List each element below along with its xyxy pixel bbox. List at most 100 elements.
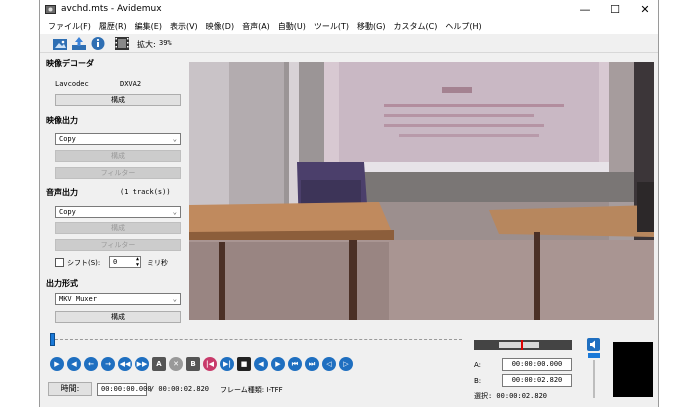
selection-a-field[interactable]: 00:00:00.000 bbox=[502, 358, 572, 371]
avidemux-app-icon bbox=[45, 5, 56, 14]
app-window: avchd.mts - Avidemux — ☐ ✕ ファイル(F) 履歴(R)… bbox=[39, 0, 659, 407]
codec-label: Lavcodec bbox=[55, 80, 89, 88]
seek-thumb[interactable] bbox=[50, 333, 55, 346]
current-time-value: 00:00:00.000 bbox=[101, 385, 152, 393]
rewind-icon[interactable]: ◀ bbox=[67, 357, 81, 371]
previous-black-frame-icon[interactable]: ◀ bbox=[254, 357, 268, 371]
audio-tracks-count: (1 track(s)) bbox=[120, 188, 171, 196]
title-bar: avchd.mts - Avidemux — ☐ ✕ bbox=[40, 0, 658, 19]
chevron-down-icon: ⌄ bbox=[172, 135, 177, 143]
video-output-value: Copy bbox=[59, 135, 76, 143]
marker-b-text: B bbox=[190, 360, 196, 368]
menu-bar: ファイル(F) 履歴(R) 編集(E) 表示(V) 映像(D) 音声(A) 自動… bbox=[40, 19, 658, 34]
previous-keyframe-icon[interactable]: ◀◀ bbox=[118, 357, 132, 371]
menu-tools[interactable]: ツール(T) bbox=[310, 21, 353, 32]
volume-meter-range bbox=[499, 342, 539, 348]
video-decoder-title: 映像デコーダ bbox=[46, 59, 94, 68]
toolbar: 拡大: 39% bbox=[40, 34, 658, 53]
first-frame-icon[interactable]: ⏮ bbox=[288, 357, 302, 371]
menu-view[interactable]: 表示(V) bbox=[166, 21, 202, 32]
selection-b-field[interactable]: 00:00:02.820 bbox=[502, 374, 572, 387]
previous-frame-icon[interactable]: ← bbox=[84, 357, 98, 371]
close-button[interactable]: ✕ bbox=[630, 0, 660, 19]
menu-auto[interactable]: 自動(U) bbox=[274, 21, 310, 32]
next-frame-icon[interactable]: → bbox=[101, 357, 115, 371]
video-frame-image bbox=[189, 62, 654, 320]
output-configure-button[interactable]: 構成 bbox=[55, 311, 181, 323]
goto-marker-b-icon[interactable]: ▶| bbox=[220, 357, 234, 371]
audio-output-select[interactable]: Copy ⌄ bbox=[55, 206, 181, 218]
time-button[interactable]: 時間: bbox=[48, 382, 92, 396]
menu-history[interactable]: 履歴(R) bbox=[95, 21, 131, 32]
maximize-button[interactable]: ☐ bbox=[600, 0, 630, 19]
spinner-arrows-icon[interactable]: ▲ ▼ bbox=[136, 256, 139, 268]
play-icon[interactable]: ▶ bbox=[50, 357, 64, 371]
menu-video[interactable]: 映像(D) bbox=[202, 21, 238, 32]
set-marker-a-icon[interactable]: A bbox=[152, 357, 166, 371]
volume-slider-thumb[interactable] bbox=[588, 353, 600, 358]
cancel-icon[interactable]: ✕ bbox=[169, 357, 183, 371]
speaker-icon[interactable] bbox=[587, 338, 600, 351]
previous-cut-icon[interactable]: ◁ bbox=[322, 357, 336, 371]
next-cut-icon[interactable]: ▷ bbox=[339, 357, 353, 371]
current-time-field[interactable]: 00:00:00.000 bbox=[97, 383, 152, 396]
audio-output-value: Copy bbox=[59, 208, 76, 216]
video-configure-button[interactable]: 構成 bbox=[55, 150, 181, 162]
menu-file[interactable]: ファイル(F) bbox=[44, 21, 95, 32]
output-format-select[interactable]: MKV Muxer ⌄ bbox=[55, 293, 181, 305]
shift-value: 0 bbox=[113, 258, 118, 266]
zoom-value: 39% bbox=[159, 39, 172, 47]
marker-a-text: A bbox=[156, 360, 162, 368]
minimize-button[interactable]: — bbox=[570, 0, 600, 19]
volume-slider-track[interactable] bbox=[593, 360, 595, 398]
maximize-icon: ☐ bbox=[610, 3, 620, 16]
seek-bar[interactable] bbox=[50, 333, 462, 346]
decoder-configure-button[interactable]: 構成 bbox=[55, 94, 181, 106]
audio-filters-button[interactable]: フィルター bbox=[55, 239, 181, 251]
minimize-icon: — bbox=[579, 3, 591, 16]
selection-a-label: A: bbox=[474, 361, 482, 369]
shift-unit: ミリ秒 bbox=[147, 259, 168, 267]
audio-configure-button[interactable]: 構成 bbox=[55, 222, 181, 234]
selection-b-value: 00:00:02.820 bbox=[511, 376, 563, 384]
black-frame-icon[interactable]: ■ bbox=[237, 357, 251, 371]
codec-value: DXVA2 bbox=[120, 80, 142, 88]
audio-level-display bbox=[613, 342, 653, 397]
video-output-title: 映像出力 bbox=[46, 116, 78, 125]
menu-go[interactable]: 移動(G) bbox=[353, 21, 389, 32]
next-keyframe-icon[interactable]: ▶▶ bbox=[135, 357, 149, 371]
volume-meter-marker bbox=[521, 340, 523, 350]
seek-track bbox=[50, 339, 462, 341]
close-icon: ✕ bbox=[640, 3, 650, 16]
shift-input[interactable]: 0 ▲ ▼ bbox=[109, 256, 141, 268]
frame-type: フレーム種類: I-TFF bbox=[220, 386, 283, 394]
chevron-down-icon: ⌄ bbox=[172, 208, 177, 216]
zoom-label: 拡大: bbox=[137, 40, 156, 49]
save-file-icon[interactable] bbox=[71, 36, 87, 51]
window-title: avchd.mts - Avidemux bbox=[61, 4, 162, 14]
selection-duration: 選択: 00:00:02.820 bbox=[474, 392, 548, 400]
filmstrip-icon[interactable] bbox=[114, 36, 130, 51]
volume-meter bbox=[474, 340, 572, 350]
set-marker-b-icon[interactable]: B bbox=[186, 357, 200, 371]
menu-help[interactable]: ヘルプ(H) bbox=[441, 21, 485, 32]
menu-audio[interactable]: 音声(A) bbox=[238, 21, 274, 32]
menu-edit[interactable]: 編集(E) bbox=[131, 21, 166, 32]
shift-checkbox[interactable] bbox=[55, 258, 64, 267]
video-output-select[interactable]: Copy ⌄ bbox=[55, 133, 181, 145]
info-icon[interactable] bbox=[90, 36, 106, 51]
total-time: / 00:00:02.820 bbox=[150, 385, 210, 393]
goto-marker-a-icon[interactable]: |◀ bbox=[203, 357, 217, 371]
last-frame-icon[interactable]: ⏭ bbox=[305, 357, 319, 371]
menu-custom-real[interactable]: カスタム(C) bbox=[390, 21, 442, 32]
selection-a-value: 00:00:00.000 bbox=[511, 360, 563, 368]
output-format-title: 出力形式 bbox=[46, 279, 78, 288]
video-preview bbox=[189, 62, 654, 320]
audio-output-title: 音声出力 bbox=[46, 188, 78, 197]
next-black-frame-icon[interactable]: ▶ bbox=[271, 357, 285, 371]
shift-label: シフト(S): bbox=[67, 259, 101, 267]
output-format-value: MKV Muxer bbox=[59, 295, 97, 303]
video-filters-button[interactable]: フィルター bbox=[55, 167, 181, 179]
chevron-down-icon: ⌄ bbox=[172, 295, 177, 303]
open-file-icon[interactable] bbox=[52, 36, 68, 51]
